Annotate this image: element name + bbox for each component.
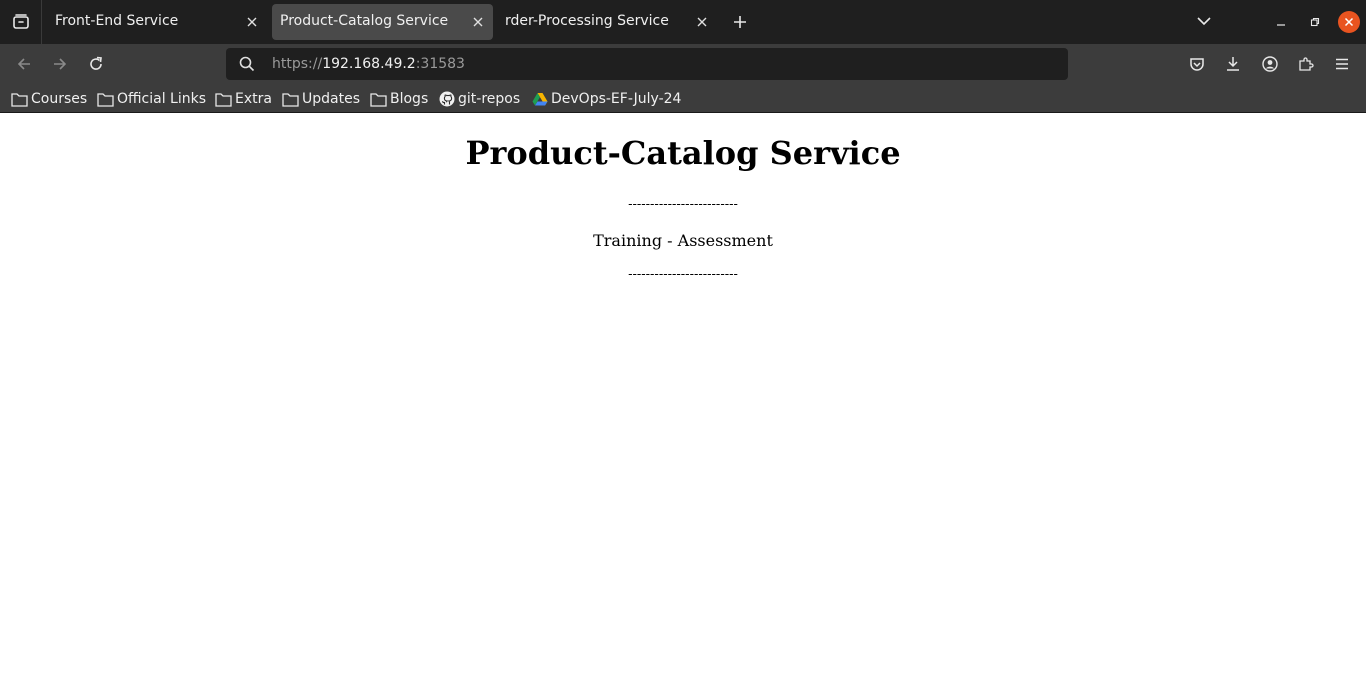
tab-front-end-service[interactable]: Front-End Service [47,4,267,40]
tab-order-processing-service[interactable]: rder-Processing Service [497,4,717,40]
bookmark-label: Official Links [117,91,207,107]
close-tab-button[interactable] [469,13,487,31]
divider-bottom: ------------------------- [628,267,738,282]
download-icon [1227,57,1239,71]
puzzle-icon [1299,57,1314,71]
close-icon [1344,17,1354,27]
downloads-button[interactable] [1222,53,1244,75]
back-arrow-icon [17,58,30,70]
bookmark-folder-official-links[interactable]: Official Links [97,89,206,109]
tab-label: Product-Catalog Service [280,13,449,29]
navigation-toolbar: https://192.168.49.2:31583 [0,44,1366,84]
bookmark-git-repos[interactable]: git-repos [438,89,520,109]
address-bar[interactable]: https://192.168.49.2:31583 [226,48,1068,80]
bookmark-label: Updates [302,91,360,107]
extensions-button[interactable] [1295,53,1317,75]
url-scheme: https:// [272,56,323,72]
forward-button[interactable] [49,53,71,75]
bookmark-devops-ef-july-24[interactable]: DevOps-EF-July-24 [531,89,681,109]
bookmark-folder-extra[interactable]: Extra [215,89,272,109]
save-to-pocket-button[interactable] [1186,53,1208,75]
pocket-icon [1190,58,1204,71]
close-icon [473,17,483,27]
page-subtitle: Training - Assessment [593,231,773,250]
app-menu-button[interactable] [1331,53,1353,75]
tab-overview-icon [12,14,29,29]
bookmarks-toolbar: Courses Official Links Extra Updates Blo… [0,84,1366,113]
tab-label: rder-Processing Service [505,13,669,29]
tab-label: Front-End Service [55,13,179,29]
page-heading: Product-Catalog Service [465,134,901,172]
back-button[interactable] [13,53,35,75]
all-tabs-button[interactable] [0,0,42,44]
bookmark-folder-blogs[interactable]: Blogs [370,89,428,109]
minimize-icon [1277,24,1285,26]
divider-top: ------------------------- [628,197,738,212]
close-icon [697,17,707,27]
new-tab-button[interactable] [728,10,752,34]
url-host: 192.168.49.2 [322,56,416,72]
forward-arrow-icon [54,58,67,70]
tab-product-catalog-service[interactable]: Product-Catalog Service [272,4,493,40]
chevron-down-icon [1197,17,1211,26]
account-icon [1262,56,1278,72]
url-port: :31583 [415,56,465,72]
close-window-button[interactable] [1338,11,1360,33]
web-page-content: Product-Catalog Service ----------------… [0,114,1366,687]
folder-icon [215,91,232,108]
bookmark-folder-updates[interactable]: Updates [282,89,360,109]
google-drive-icon [531,91,548,108]
bookmark-label: git-repos [458,91,521,107]
close-tab-button[interactable] [243,13,261,31]
account-button[interactable] [1259,53,1281,75]
maximize-window-button[interactable] [1305,12,1325,32]
restore-icon [1310,17,1320,27]
github-icon [438,91,455,108]
reload-button[interactable] [85,53,107,75]
folder-icon [370,91,387,108]
close-icon [247,17,257,27]
bookmark-label: DevOps-EF-July-24 [551,91,682,107]
search-icon [239,56,255,72]
folder-icon [97,91,114,108]
bookmark-folder-courses[interactable]: Courses [11,89,87,109]
bookmark-label: Courses [31,91,88,107]
list-all-tabs-button[interactable] [1193,10,1215,32]
bookmark-label: Extra [235,91,272,107]
folder-icon [11,91,28,108]
folder-icon [282,91,299,108]
bookmark-label: Blogs [390,91,429,107]
minimize-window-button[interactable] [1271,12,1291,32]
hamburger-menu-icon [1336,58,1348,70]
tab-strip: Front-End Service Product-Catalog Servic… [0,0,1366,44]
plus-icon [734,16,746,28]
reload-icon [90,56,102,70]
close-tab-button[interactable] [693,13,711,31]
url-text[interactable]: https://192.168.49.2:31583 [272,56,465,72]
